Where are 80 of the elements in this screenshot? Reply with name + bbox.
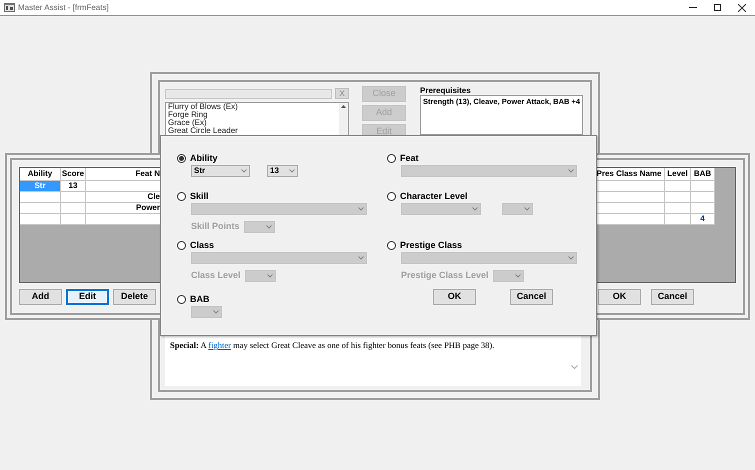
chevron-icon (241, 169, 247, 173)
scroll-down-icon[interactable] (571, 365, 578, 369)
option-label: Feat (400, 152, 419, 165)
table-cell (61, 203, 86, 214)
column-header: Level (665, 168, 691, 181)
table-cell: Cle (86, 192, 161, 203)
list-item[interactable]: Grace (Ex) (168, 119, 339, 127)
table-cell[interactable] (20, 203, 61, 214)
radio-button[interactable] (387, 241, 396, 250)
chevron-icon (358, 256, 364, 260)
table-cell (691, 181, 715, 192)
column-header: BAB (691, 168, 715, 181)
chevron-icon (213, 310, 219, 314)
option-label: BAB (190, 292, 210, 306)
list-item[interactable]: Great Circle Leader (168, 127, 339, 135)
radio-button[interactable] (387, 154, 396, 163)
app-icon (4, 3, 15, 12)
chevron-icon (472, 207, 478, 211)
dropdown[interactable]: 13 (267, 165, 298, 177)
minimize-icon[interactable] (689, 7, 697, 8)
radio-button[interactable] (177, 192, 186, 201)
chevron-icon (514, 274, 521, 278)
button[interactable]: Cancel (651, 289, 694, 305)
option-label: Ability (190, 152, 218, 165)
button[interactable]: OK (433, 289, 476, 305)
chevron-icon (524, 207, 530, 211)
table-cell (691, 203, 715, 214)
list-item[interactable]: Flurry of Blows (Ex) (168, 103, 339, 111)
table-cell (665, 192, 691, 203)
radio-button[interactable] (177, 241, 186, 250)
button[interactable]: Cancel (510, 289, 553, 305)
table-cell: 4 (691, 214, 715, 225)
description-text: Special: A fighter may select Great Cleave as one of his fighter bonus feats (see PHB page 38). (170, 339, 496, 352)
table-cell[interactable] (20, 192, 61, 203)
list-item[interactable]: Forge Ring (168, 111, 339, 119)
column-header: Feat N (86, 168, 161, 181)
table-cell (61, 192, 86, 203)
field-label: Class Level (191, 269, 241, 282)
scroll-up-icon[interactable] (341, 105, 346, 108)
column-header: Pres Class Name (594, 168, 665, 181)
table-cell: Power (86, 203, 161, 214)
chevron-icon (358, 207, 364, 211)
button[interactable]: Edit (66, 289, 109, 305)
field-label: Skill Points (191, 220, 240, 233)
close-icon[interactable] (738, 4, 746, 12)
chevron-icon (289, 169, 295, 173)
window-title: Master Assist - [frmFeats] (18, 2, 109, 14)
button[interactable]: Add (19, 289, 62, 305)
table-cell: 13 (61, 181, 86, 192)
table-cell (665, 214, 691, 225)
option-label: Skill (190, 190, 209, 203)
button[interactable]: Delete (113, 289, 156, 305)
radio-button[interactable] (177, 295, 186, 304)
table-cell (594, 203, 665, 214)
dropdown[interactable]: Str (191, 165, 250, 177)
table-cell (665, 203, 691, 214)
chevron-icon (568, 256, 574, 260)
column-header: Score (61, 168, 86, 181)
radio-button[interactable] (177, 154, 186, 163)
table-cell (665, 181, 691, 192)
table-cell (594, 192, 665, 203)
option-label: Character Level (400, 190, 468, 203)
table-cell (594, 214, 665, 225)
option-label: Class (190, 238, 214, 252)
table-cell (691, 192, 715, 203)
chevron-icon (266, 274, 273, 278)
maximize-icon[interactable] (714, 4, 721, 11)
option-label: Prestige Class (400, 238, 462, 252)
chevron-icon (266, 224, 272, 229)
table-cell[interactable] (20, 214, 61, 225)
search-field[interactable] (165, 88, 332, 98)
button[interactable]: OK (598, 289, 641, 305)
field-label: Prestige Class Level (401, 269, 489, 282)
link[interactable]: fighter (208, 340, 231, 350)
radio-button[interactable] (387, 192, 396, 201)
prerequisites-label: Prerequisites (420, 86, 472, 95)
chevron-icon (568, 169, 574, 173)
column-header: Ability (20, 168, 61, 181)
table-cell (594, 181, 665, 192)
table-cell (61, 214, 86, 225)
